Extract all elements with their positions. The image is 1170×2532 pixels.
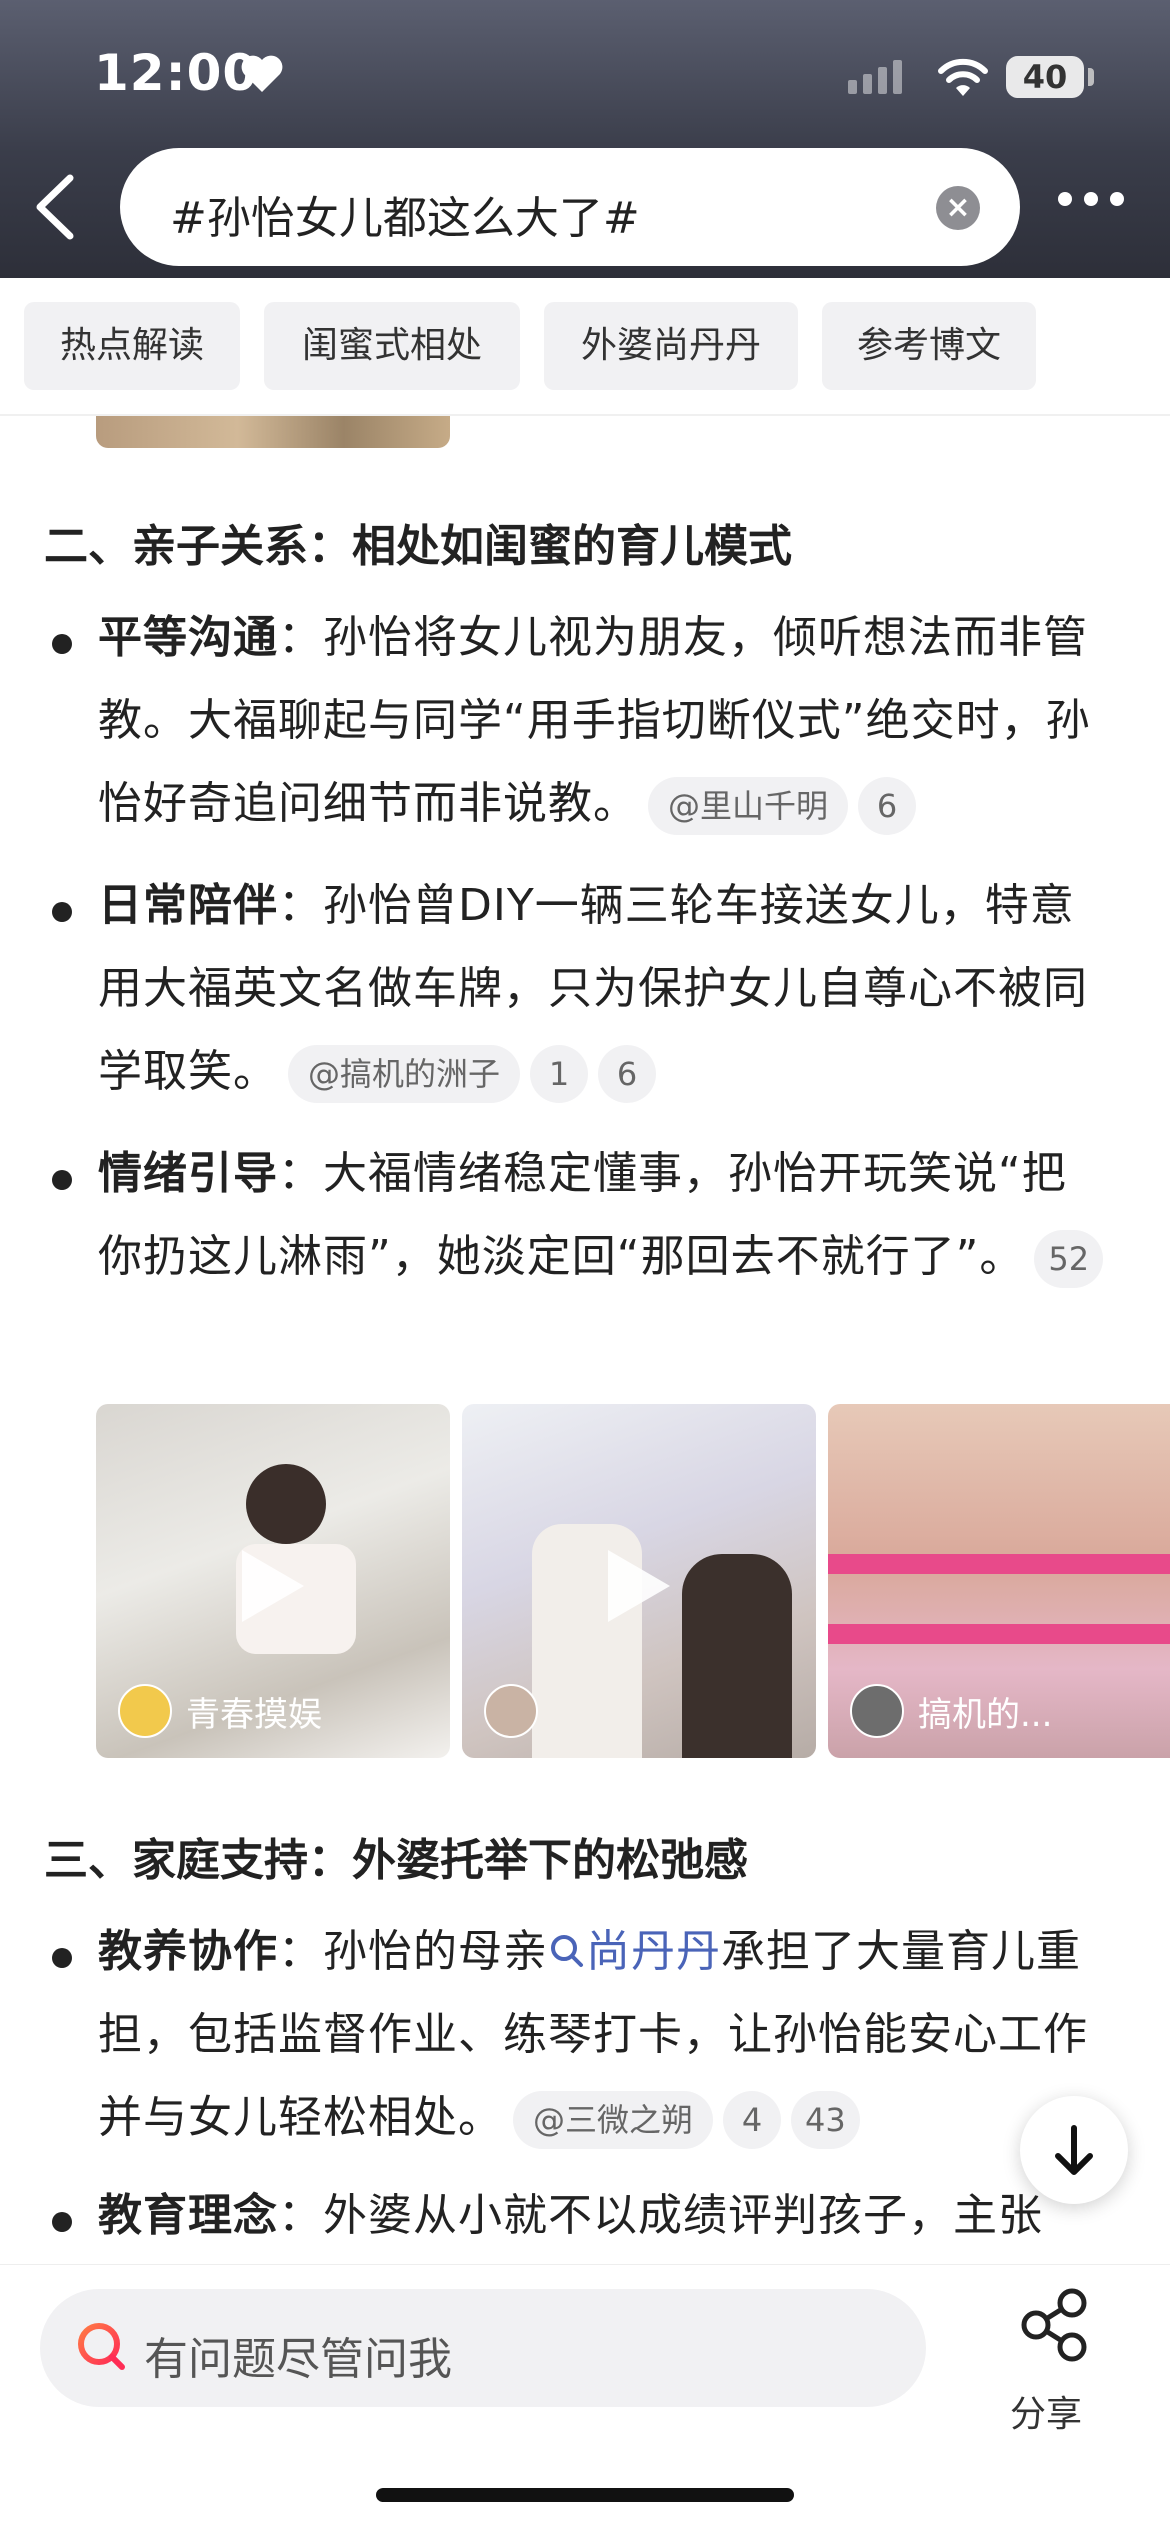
cellular-signal-icon xyxy=(848,60,902,94)
search-link[interactable]: 尚丹丹 xyxy=(548,1926,721,1977)
bullet-dot xyxy=(52,2212,72,2232)
video-card[interactable]: 青春摸娱 xyxy=(96,1404,450,1758)
section-title-family-support: 三、家庭支持：外婆托举下的松弛感 xyxy=(44,1835,748,1886)
scroll-down-button[interactable] xyxy=(1020,2096,1128,2204)
citation-chip[interactable]: @里山千明 xyxy=(648,777,849,835)
reference-count-chip[interactable]: 52 xyxy=(1034,1230,1104,1288)
play-icon xyxy=(242,1550,304,1622)
avatar xyxy=(484,1684,538,1738)
bullet-dot xyxy=(52,634,72,654)
item-label: 教养协作 xyxy=(98,1926,278,1977)
play-icon xyxy=(608,1550,670,1622)
tag-bestie-parenting[interactable]: 闺蜜式相处 xyxy=(264,302,520,390)
battery-tip xyxy=(1088,68,1094,86)
item-separator: ： xyxy=(278,1926,323,1977)
back-arrow-icon[interactable] xyxy=(30,172,80,242)
item-text: 孙怡的母亲 xyxy=(323,1926,548,1977)
home-indicator xyxy=(376,2488,794,2502)
battery-indicator: 40 xyxy=(1006,56,1084,98)
clear-search-icon[interactable]: × xyxy=(936,186,980,230)
author-name: 青春摸娱 xyxy=(186,1694,322,1735)
previous-image-bottom[interactable] xyxy=(96,416,450,448)
reference-count-chip[interactable]: 6 xyxy=(858,777,917,835)
reference-count-chip[interactable]: 4 xyxy=(723,2091,782,2149)
section-title-parent-child: 二、亲子关系：相处如闺蜜的育儿模式 xyxy=(44,521,792,572)
ask-placeholder: 有问题尽管问我 xyxy=(144,2334,452,2385)
bullet-dot xyxy=(52,1948,72,1968)
list-item-emotion-guidance: 情绪引导：大福情绪稳定懂事，孙怡开玩笑说“把你扔这儿淋雨”，她淡定回“那回去不就… xyxy=(98,1132,1108,1382)
arrow-down-icon xyxy=(1055,2125,1093,2175)
search-icon xyxy=(551,1935,583,1967)
reference-count-chip[interactable]: 6 xyxy=(598,1045,657,1103)
thumbnail-figure xyxy=(682,1554,792,1758)
thumbnail-figure xyxy=(246,1464,326,1544)
ask-input[interactable]: 有问题尽管问我 xyxy=(40,2289,926,2407)
topic-tag-bar: 热点解读 闺蜜式相处 外婆尚丹丹 参考博文 xyxy=(0,278,1170,416)
avatar xyxy=(850,1684,904,1738)
thumbnail-caption-bar xyxy=(828,1554,1170,1574)
list-item-education-philosophy: 教育理念：外婆从小就不以成绩评判孩子，主张 xyxy=(98,2174,1108,2264)
tag-grandma[interactable]: 外婆尚丹丹 xyxy=(544,302,798,390)
video-card[interactable]: 搞机的... xyxy=(828,1404,1170,1758)
item-separator: ： xyxy=(278,612,323,663)
share-label: 分享 xyxy=(1010,2394,1083,2435)
list-item-daily-companionship: 日常陪伴：孙怡曾DIY一辆三轮车接送女儿，特意用大福英文名做车牌，只为保护女儿自… xyxy=(98,864,1108,1114)
search-input[interactable]: #孙怡女儿都这么大了# × xyxy=(120,148,1020,266)
citation-chip[interactable]: @搞机的洲子 xyxy=(288,1045,521,1103)
share-button[interactable]: 分享 xyxy=(1004,2285,1104,2435)
video-author: 青春摸娱 xyxy=(118,1684,322,1738)
author-name: 搞机的... xyxy=(918,1694,1053,1735)
video-author: 搞机的... xyxy=(850,1684,1052,1738)
status-time: 12:00 xyxy=(94,44,259,102)
search-query-text: #孙怡女儿都这么大了# xyxy=(170,193,640,244)
tag-hot-reading[interactable]: 热点解读 xyxy=(24,302,240,390)
bullet-dot xyxy=(52,902,72,922)
wifi-icon xyxy=(938,58,988,96)
bullet-dot xyxy=(52,1170,72,1190)
item-label: 平等沟通 xyxy=(98,612,278,663)
video-carousel: 青春摸娱 搞机的... xyxy=(96,1404,1170,1758)
item-separator: ： xyxy=(278,2190,323,2241)
top-header: 12:00 40 #孙怡女儿都这么大了# × xyxy=(0,0,1170,278)
list-item-equal-communication: 平等沟通：孙怡将女儿视为朋友，倾听想法而非管教。大福聊起与同学“用手指切断仪式”… xyxy=(98,596,1108,846)
video-author xyxy=(484,1684,552,1738)
more-options-icon[interactable] xyxy=(1058,192,1124,206)
citation-chip[interactable]: @三微之朔 xyxy=(513,2091,714,2149)
item-label: 教育理念 xyxy=(98,2190,278,2241)
heart-icon xyxy=(241,55,283,92)
list-item-parenting-collaboration: 教养协作：孙怡的母亲 尚丹丹承担了大量育儿重担，包括监督作业、练琴打卡，让孙怡能安… xyxy=(98,1910,1108,2160)
article-content: 二、亲子关系：相处如闺蜜的育儿模式 平等沟通：孙怡将女儿视为朋友，倾听想法而非管… xyxy=(0,416,1170,2264)
item-separator: ： xyxy=(278,880,323,931)
reference-count-chip[interactable]: 1 xyxy=(530,1045,589,1103)
item-text: 外婆从小就不以成绩评判孩子，主张 xyxy=(323,2190,1043,2241)
item-separator: ： xyxy=(278,1148,323,1199)
ai-search-icon xyxy=(78,2323,125,2370)
item-label: 情绪引导 xyxy=(98,1148,278,1199)
item-label: 日常陪伴 xyxy=(98,880,278,931)
avatar xyxy=(118,1684,172,1738)
share-icon xyxy=(1021,2288,1087,2362)
thumbnail-caption-bar xyxy=(828,1624,1170,1644)
video-card[interactable] xyxy=(462,1404,816,1758)
link-text: 尚丹丹 xyxy=(586,1926,721,1977)
reference-count-chip[interactable]: 43 xyxy=(791,2091,860,2149)
tag-reference-posts[interactable]: 参考博文 xyxy=(822,302,1036,390)
